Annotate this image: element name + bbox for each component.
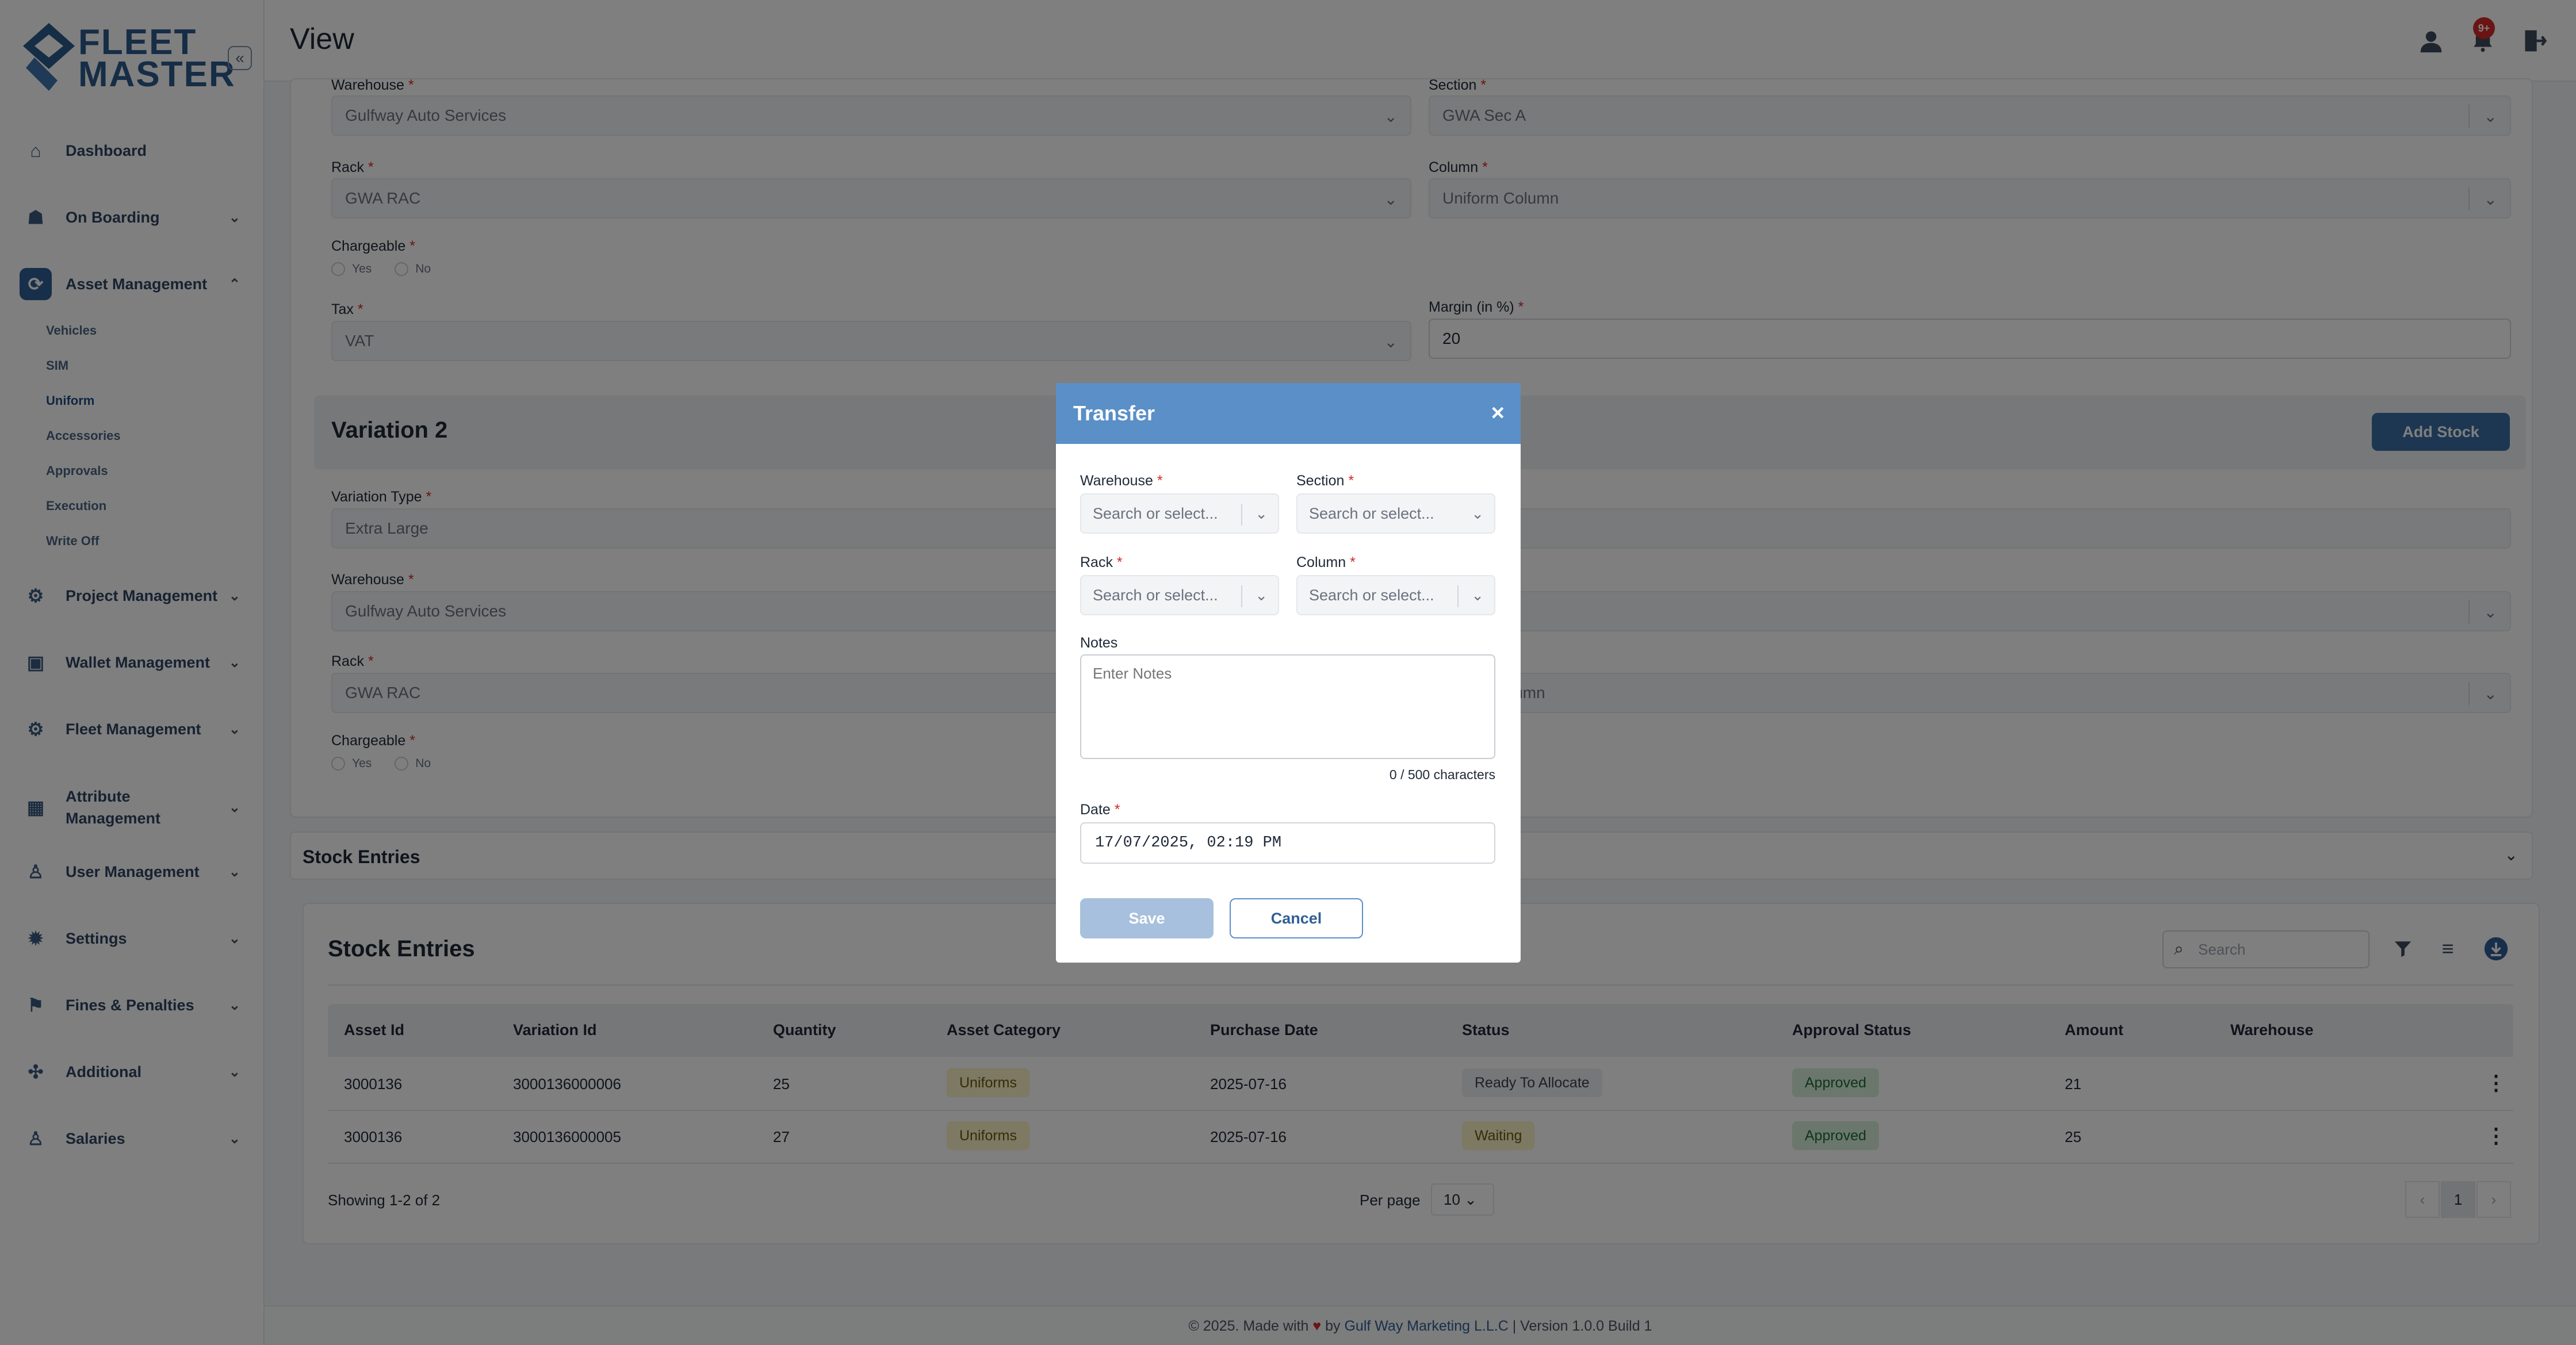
- close-icon[interactable]: ×: [1491, 400, 1505, 426]
- char-counter: 0 / 500 characters: [1389, 767, 1495, 782]
- modal-section-label: Section *: [1296, 473, 1354, 489]
- modal-warehouse-label: Warehouse *: [1080, 473, 1163, 489]
- modal-date-label: Date *: [1080, 802, 1120, 818]
- modal-title: Transfer: [1073, 401, 1155, 425]
- cancel-button[interactable]: Cancel: [1230, 898, 1363, 938]
- save-button[interactable]: Save: [1080, 898, 1214, 938]
- modal-section-select[interactable]: Search or select... ⌄: [1296, 493, 1495, 534]
- chevron-down-icon: ⌄: [1255, 505, 1268, 522]
- notes-textarea[interactable]: [1080, 654, 1495, 759]
- modal-rack-select[interactable]: Search or select... ⌄: [1080, 575, 1279, 615]
- date-input[interactable]: 17/07/2025, 02:19 PM: [1080, 822, 1495, 864]
- modal-header: Transfer ×: [1056, 383, 1521, 444]
- chevron-down-icon: ⌄: [1255, 587, 1268, 604]
- chevron-down-icon: ⌄: [1471, 505, 1484, 522]
- modal-column-select[interactable]: Search or select... ⌄: [1296, 575, 1495, 615]
- transfer-modal: Transfer × Warehouse * Search or select.…: [1056, 383, 1521, 963]
- modal-rack-label: Rack *: [1080, 554, 1123, 570]
- modal-column-label: Column *: [1296, 554, 1356, 570]
- chevron-down-icon: ⌄: [1471, 587, 1484, 604]
- modal-notes-label: Notes: [1080, 635, 1118, 651]
- modal-warehouse-select[interactable]: Search or select... ⌄: [1080, 493, 1279, 534]
